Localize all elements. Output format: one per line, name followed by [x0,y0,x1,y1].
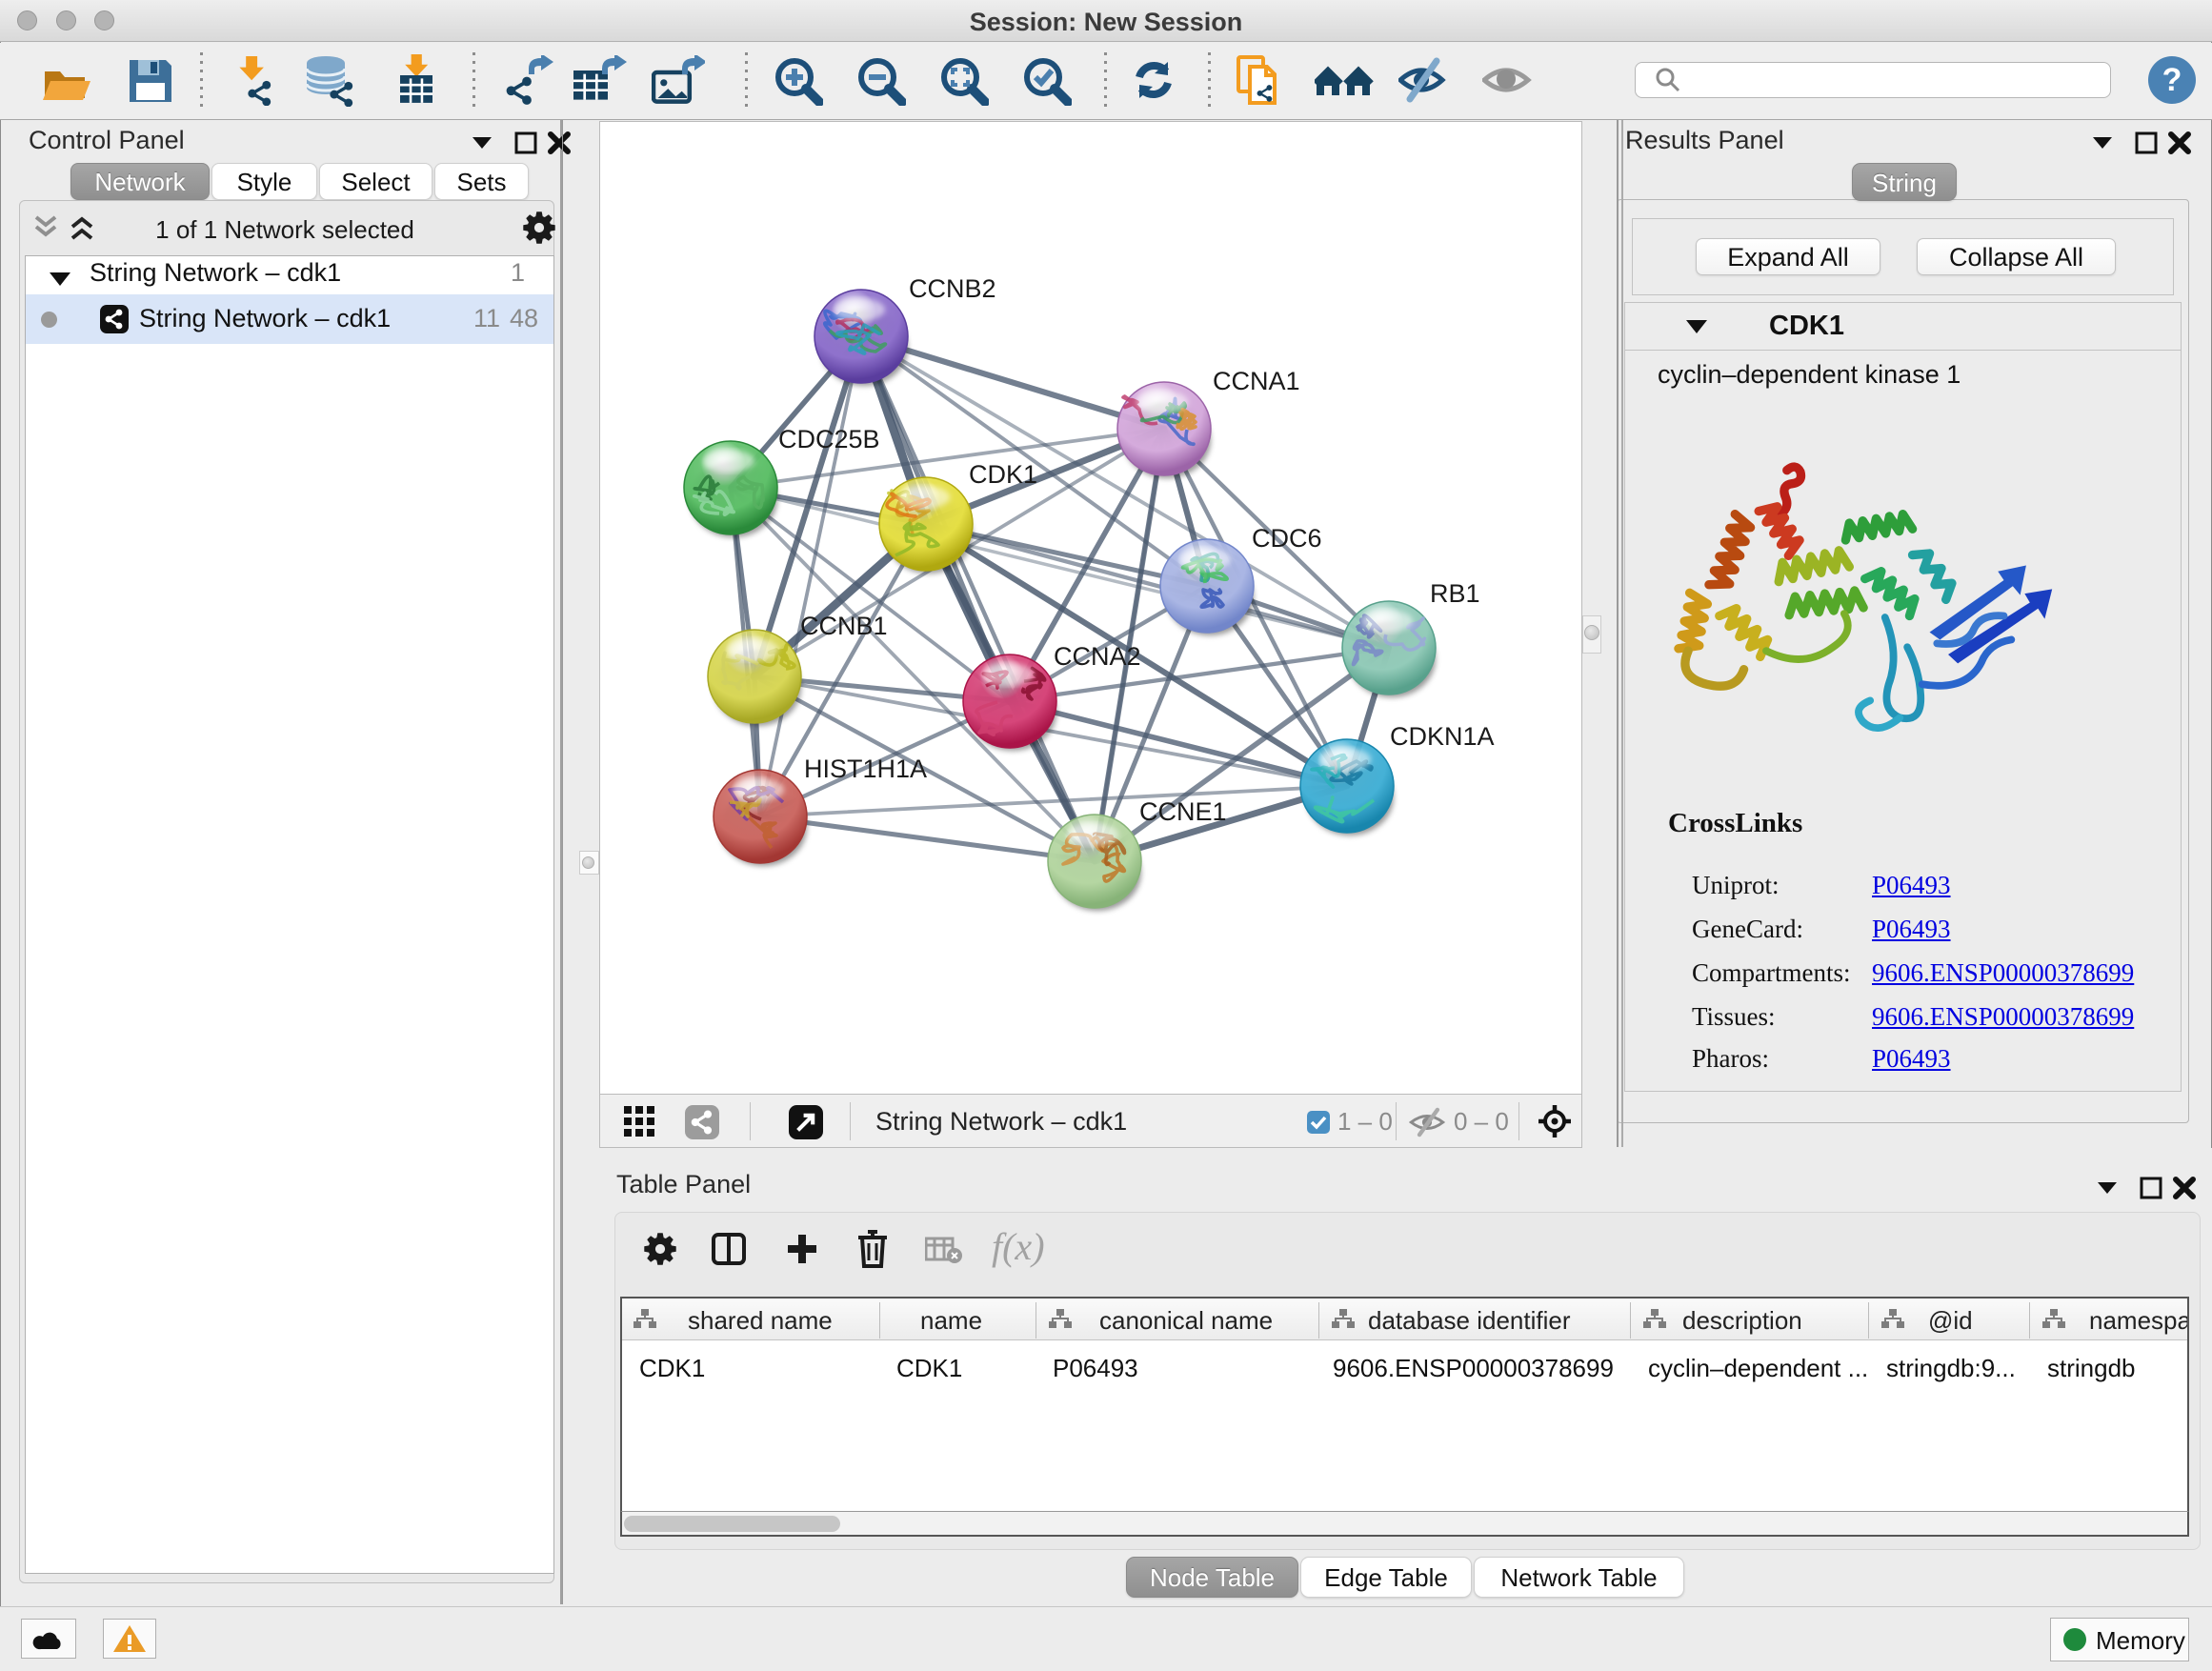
svg-text:CCNE1: CCNE1 [1139,797,1227,826]
svg-text:CCNB2: CCNB2 [909,274,996,303]
svg-text:CCNA1: CCNA1 [1213,367,1300,395]
svg-text:CCNA2: CCNA2 [1054,642,1141,671]
svg-text:CDKN1A: CDKN1A [1390,722,1495,751]
svg-text:CDC25B: CDC25B [778,425,880,453]
svg-text:RB1: RB1 [1430,579,1480,608]
svg-text:?: ? [2162,62,2182,98]
svg-text:CCNB1: CCNB1 [800,612,888,640]
svg-text:CDK1: CDK1 [969,460,1037,489]
svg-text:HIST1H1A: HIST1H1A [804,755,927,783]
svg-text:CDC6: CDC6 [1252,524,1322,553]
